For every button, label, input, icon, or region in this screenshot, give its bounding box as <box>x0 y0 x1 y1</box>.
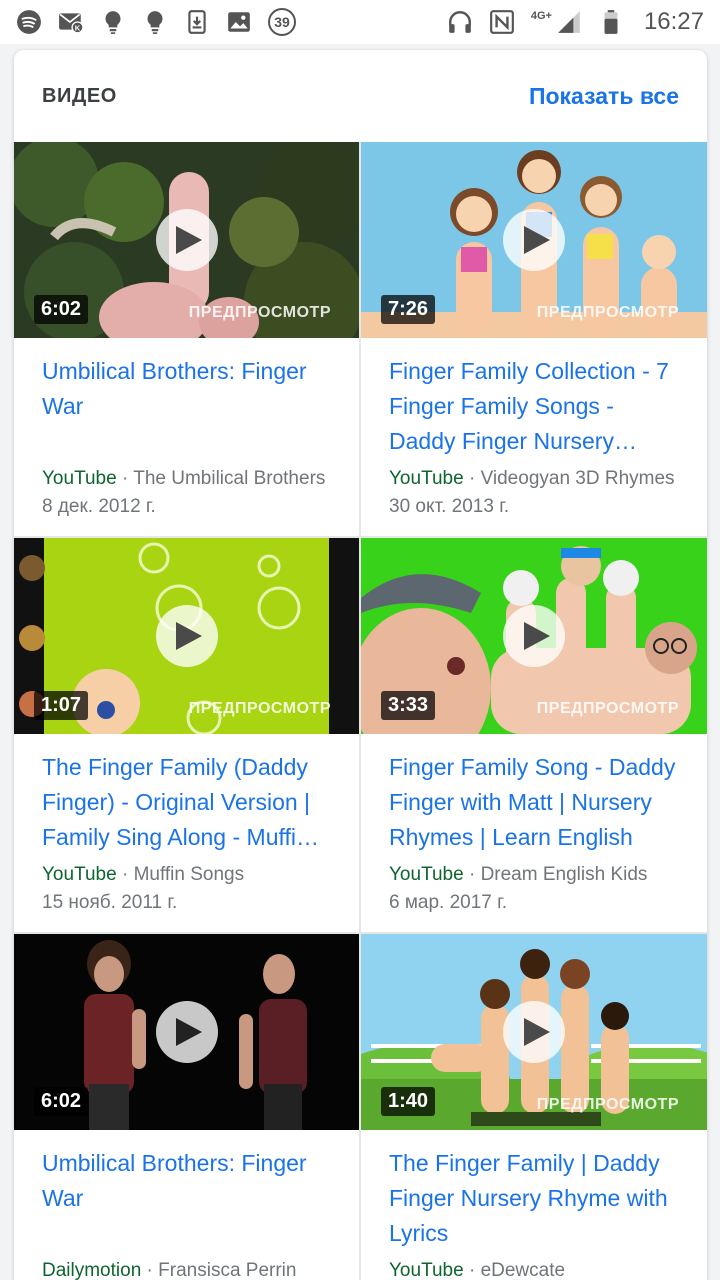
signal-icon <box>556 9 582 35</box>
video-item[interactable]: 6:02 Umbilical Brothers: Finger War Dail… <box>14 934 359 1280</box>
video-thumbnail[interactable]: 1:07 ПРЕДПРОСМОТР <box>14 538 359 734</box>
video-meta: Dailymotion · Fransisca Perrin <box>42 1260 297 1280</box>
battery-icon <box>598 9 624 35</box>
video-thumbnail[interactable]: 6:02 ПРЕДПРОСМОТР <box>14 142 359 338</box>
video-thumbnail[interactable]: 1:40 ПРЕДПРОСМОТР <box>361 934 707 1130</box>
videos-card-header: ВИДЕО Показать все <box>14 50 707 142</box>
video-source: Dailymotion <box>42 1260 142 1280</box>
video-item[interactable]: 1:40 ПРЕДПРОСМОТР The Finger Family | Da… <box>361 934 707 1280</box>
video-source: YouTube <box>42 864 117 885</box>
video-channel: The Umbilical Brothers <box>133 468 326 489</box>
preview-label: ПРЕДПРОСМОТР <box>536 1096 679 1113</box>
video-meta: YouTube · Muffin Songs <box>42 864 245 885</box>
download-icon <box>184 9 210 35</box>
video-item[interactable]: 3:33 ПРЕДПРОСМОТР Finger Family Song - D… <box>361 538 707 932</box>
play-button[interactable] <box>155 209 218 271</box>
play-icon <box>176 1018 202 1046</box>
videos-card: ВИДЕО Показать все 6:02 ПРЕДПРОСМОТР Umb… <box>14 50 707 1280</box>
video-duration: 6:02 <box>34 295 89 324</box>
headphones-icon <box>447 9 473 35</box>
status-bar-system: 4G+ 16:27 <box>447 8 704 36</box>
video-duration: 6:02 <box>34 1087 89 1116</box>
play-icon <box>176 226 202 254</box>
video-channel: Muffin Songs <box>133 864 245 885</box>
status-bar: K 39 4G+ 16:27 <box>0 0 720 44</box>
video-date: 6 мар. 2017 г. <box>389 892 508 913</box>
video-meta: YouTube · eDewcate <box>389 1260 566 1280</box>
show-all-link[interactable]: Показать все <box>529 83 679 110</box>
video-source: YouTube <box>389 1260 464 1280</box>
preview-label: ПРЕДПРОСМОТР <box>536 304 679 321</box>
video-meta: YouTube · The Umbilical Brothers <box>42 468 326 489</box>
video-meta: YouTube · Dream English Kids <box>389 864 648 885</box>
video-title[interactable]: The Finger Family | Daddy Finger Nursery… <box>389 1146 679 1251</box>
section-title: ВИДЕО <box>42 84 117 107</box>
network-type: 4G+ <box>530 10 552 22</box>
play-button[interactable] <box>155 605 218 667</box>
video-date: 15 нояб. 2011 г. <box>42 892 178 913</box>
video-channel: Dream English Kids <box>480 864 648 885</box>
video-info: The Finger Family (Daddy Finger) - Origi… <box>14 734 359 917</box>
preview-label: ПРЕДПРОСМОТР <box>536 700 679 717</box>
video-title[interactable]: Umbilical Brothers: Finger War <box>42 1146 331 1251</box>
video-title[interactable]: The Finger Family (Daddy Finger) - Origi… <box>42 750 331 855</box>
video-source: YouTube <box>42 468 117 489</box>
play-button[interactable] <box>503 209 565 271</box>
status-bar-notifications: K 39 <box>16 8 296 36</box>
video-channel: Fransisca Perrin <box>158 1260 297 1280</box>
video-thumbnail[interactable]: 6:02 <box>14 934 359 1130</box>
video-thumbnail[interactable]: 7:26 ПРЕДПРОСМОТР <box>361 142 707 338</box>
video-title[interactable]: Umbilical Brothers: Finger War <box>42 354 331 459</box>
video-meta: YouTube · Videogyan 3D Rhymes <box>389 468 675 489</box>
video-duration: 7:26 <box>381 295 436 324</box>
play-icon <box>523 226 550 254</box>
play-button[interactable] <box>503 605 565 667</box>
play-icon <box>523 1018 550 1046</box>
video-title[interactable]: Finger Family Collection - 7 Finger Fami… <box>389 354 679 459</box>
play-icon <box>523 622 550 650</box>
video-info: Umbilical Brothers: Finger War YouTube ·… <box>14 338 359 521</box>
video-channel: eDewcate <box>480 1260 566 1280</box>
preview-label: ПРЕДПРОСМОТР <box>188 304 331 321</box>
notification-count-badge: 39 <box>268 8 296 36</box>
video-info: Umbilical Brothers: Finger War Dailymoti… <box>14 1130 359 1280</box>
video-info: Finger Family Collection - 7 Finger Fami… <box>361 338 707 521</box>
play-button[interactable] <box>155 1001 218 1063</box>
video-title[interactable]: Finger Family Song - Daddy Finger with M… <box>389 750 679 855</box>
mail-icon: K <box>58 9 84 35</box>
clock: 16:27 <box>643 8 704 35</box>
play-button[interactable] <box>503 1001 565 1063</box>
video-duration: 3:33 <box>381 691 436 720</box>
video-date: 8 дек. 2012 г. <box>42 496 156 517</box>
video-info: The Finger Family | Daddy Finger Nursery… <box>361 1130 707 1280</box>
video-duration: 1:07 <box>34 691 89 720</box>
video-thumbnail[interactable]: 3:33 ПРЕДПРОСМОТР <box>361 538 707 734</box>
video-item[interactable]: 6:02 ПРЕДПРОСМОТР Umbilical Brothers: Fi… <box>14 142 359 536</box>
preview-label: ПРЕДПРОСМОТР <box>188 700 331 717</box>
video-item[interactable]: 1:07 ПРЕДПРОСМОТР The Finger Family (Dad… <box>14 538 359 932</box>
video-channel: Videogyan 3D Rhymes <box>480 468 675 489</box>
video-info: Finger Family Song - Daddy Finger with M… <box>361 734 707 917</box>
video-grid: 6:02 ПРЕДПРОСМОТР Umbilical Brothers: Fi… <box>14 142 707 1280</box>
video-date: 30 окт. 2013 г. <box>389 496 510 517</box>
play-icon <box>176 622 202 650</box>
video-duration: 1:40 <box>381 1087 436 1116</box>
svg-text:K: K <box>75 24 81 33</box>
image-icon <box>226 9 252 35</box>
bulb-icon <box>100 9 126 35</box>
video-source: YouTube <box>389 864 464 885</box>
video-source: YouTube <box>389 468 464 489</box>
spotify-icon <box>16 9 42 35</box>
video-item[interactable]: 7:26 ПРЕДПРОСМОТР Finger Family Collecti… <box>361 142 707 536</box>
nfc-icon <box>489 9 515 35</box>
bulb-icon <box>142 9 168 35</box>
